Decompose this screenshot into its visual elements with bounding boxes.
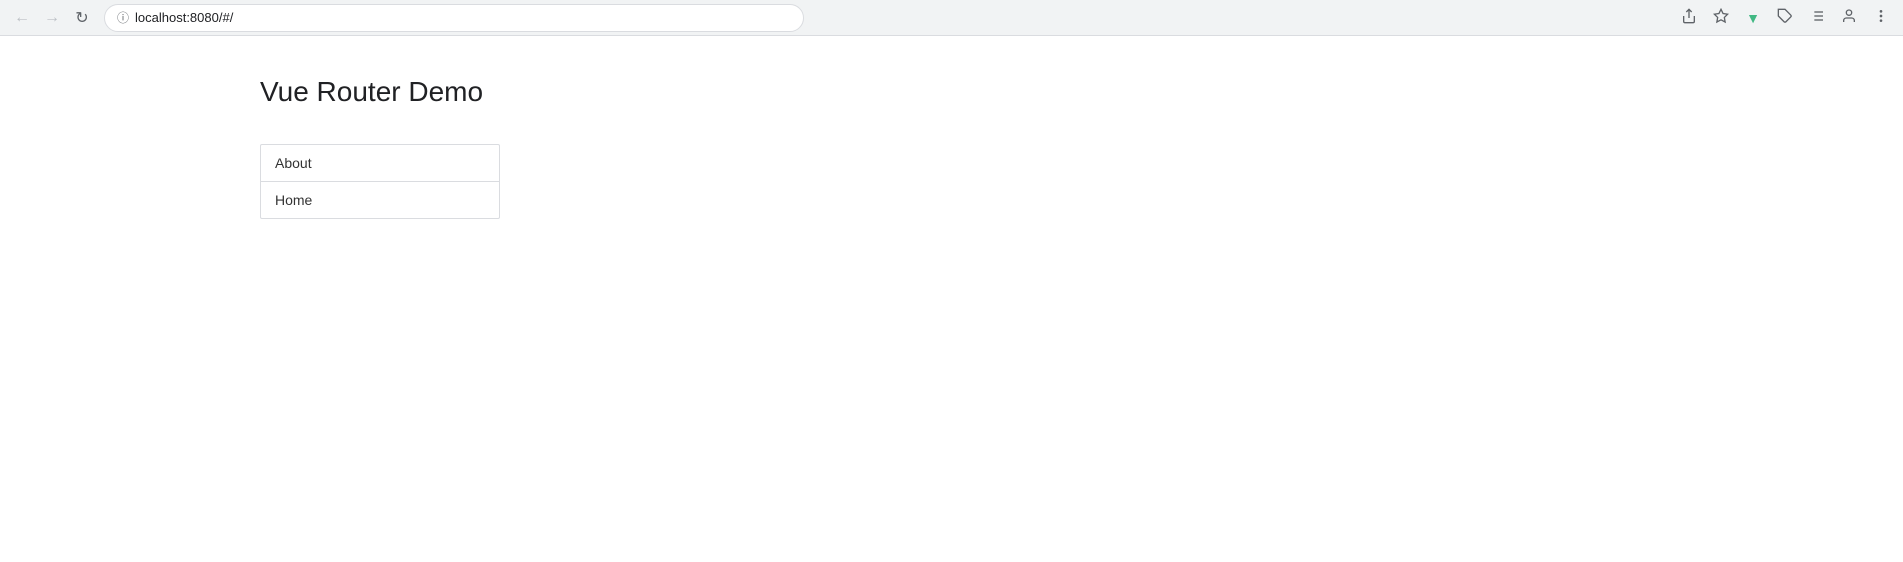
- list-item[interactable]: Home: [261, 182, 499, 218]
- page-content: Vue Router Demo About Home: [0, 36, 1903, 219]
- share-button[interactable]: [1675, 4, 1703, 32]
- vue-extension-button[interactable]: ▼: [1739, 4, 1767, 32]
- nav-list: About Home: [260, 144, 500, 219]
- forward-button[interactable]: →: [38, 4, 66, 32]
- forward-icon: →: [44, 9, 60, 27]
- vue-icon: ▼: [1746, 10, 1760, 26]
- home-link[interactable]: Home: [275, 192, 312, 208]
- browser-chrome: ← → ↻ ⓘ localhost:8080/#/: [0, 0, 1903, 36]
- back-icon: ←: [14, 9, 30, 27]
- back-button[interactable]: ←: [8, 4, 36, 32]
- puzzle-icon: [1777, 8, 1793, 27]
- lock-icon: ⓘ: [117, 9, 129, 26]
- extensions-button[interactable]: [1771, 4, 1799, 32]
- menu-icon: [1873, 8, 1889, 27]
- readinglist-button[interactable]: [1803, 4, 1831, 32]
- browser-nav-buttons: ← → ↻: [8, 4, 96, 32]
- account-button[interactable]: [1835, 4, 1863, 32]
- url-text: localhost:8080/#/: [135, 10, 791, 25]
- readinglist-icon: [1809, 8, 1825, 27]
- menu-button[interactable]: [1867, 4, 1895, 32]
- list-item[interactable]: About: [261, 145, 499, 182]
- share-icon: [1681, 8, 1697, 27]
- reload-icon: ↻: [75, 8, 88, 28]
- address-bar[interactable]: ⓘ localhost:8080/#/: [104, 4, 804, 32]
- page-title: Vue Router Demo: [260, 76, 1903, 108]
- bookmark-button[interactable]: [1707, 4, 1735, 32]
- star-icon: [1713, 8, 1729, 27]
- browser-toolbar-right: ▼: [1675, 4, 1895, 32]
- account-icon: [1841, 8, 1857, 27]
- reload-button[interactable]: ↻: [68, 4, 96, 32]
- about-link[interactable]: About: [275, 155, 312, 171]
